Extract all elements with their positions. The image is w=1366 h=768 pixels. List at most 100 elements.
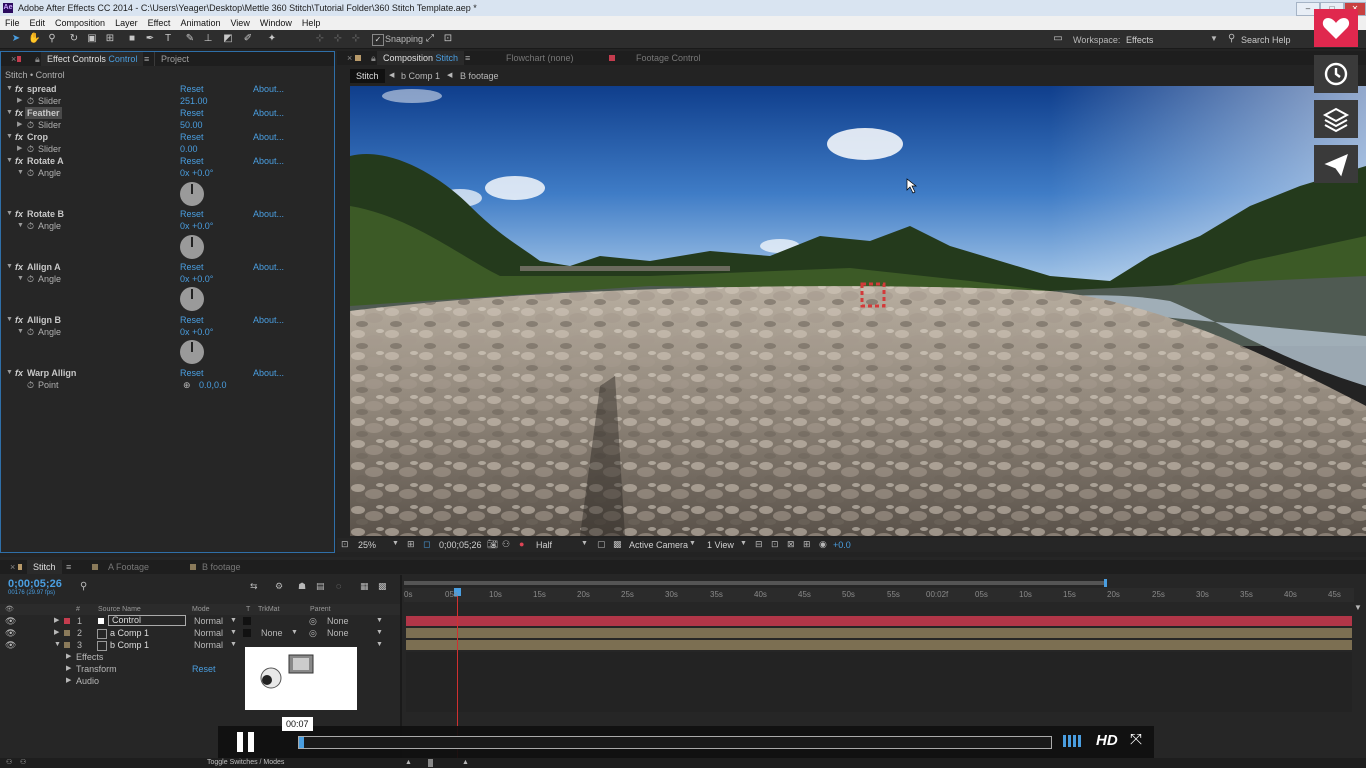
snap-feature-icon[interactable]: ⊡ (442, 33, 454, 45)
fast-previews-icon[interactable]: ⊡ (771, 539, 779, 550)
layer-mode-dropdown[interactable]: Normal (194, 615, 223, 627)
breadcrumb-b-comp[interactable]: b Comp 1 (401, 71, 440, 81)
snapshot-icon[interactable]: 📷︎ (487, 539, 498, 550)
expand-triangle-icon[interactable]: ▼ (54, 639, 61, 651)
workspace-dropdown[interactable]: Effects (1126, 35, 1153, 45)
menu-effect[interactable]: Effect (143, 16, 176, 30)
about-link[interactable]: About... (253, 131, 284, 143)
stopwatch-icon[interactable]: ⏱ (27, 143, 34, 155)
graph-editor-icon[interactable]: ▦ (360, 581, 369, 592)
work-area-bar[interactable] (404, 581, 1104, 585)
stopwatch-icon[interactable]: ⏱ (27, 167, 34, 179)
chevron-down-icon[interactable]: ▼ (230, 615, 237, 627)
menu-help[interactable]: Help (297, 16, 326, 30)
chevron-down-icon[interactable]: ▼ (392, 540, 399, 547)
chevron-down-icon[interactable]: ▼ (230, 627, 237, 639)
layer-row[interactable]: 👁︎ ▶ 2 a Comp 1 Normal ▼ None ▼ ◎ None ▼ (0, 627, 400, 639)
favorite-button[interactable] (1314, 9, 1358, 47)
zoom-dropdown[interactable]: 25% (358, 540, 376, 550)
expand-triangle-icon[interactable]: ▶ (66, 663, 71, 675)
expand-triangle-icon[interactable]: ▼ (6, 208, 13, 220)
visibility-eye-icon[interactable]: 👁︎ (5, 627, 16, 639)
timeline-icon[interactable]: ⊠ (787, 539, 795, 550)
property-value[interactable]: 0x +0.0° (180, 273, 213, 285)
stopwatch-icon[interactable]: ⏱ (27, 119, 34, 131)
preserve-transparency-checkbox[interactable] (243, 629, 251, 637)
breadcrumb-stitch[interactable]: Stitch (350, 69, 385, 83)
stopwatch-icon[interactable]: ⏱ (27, 326, 34, 338)
fx-icon[interactable]: fx (15, 367, 23, 379)
selection-tool-icon[interactable]: ➤ (10, 33, 22, 45)
stopwatch-icon[interactable]: ⏱ (27, 379, 34, 391)
expand-triangle-icon[interactable]: ▶ (54, 627, 59, 639)
fx-icon[interactable]: fx (15, 208, 23, 220)
expand-triangle-icon[interactable]: ▶ (17, 95, 22, 107)
property-value[interactable]: 0.00 (180, 143, 198, 155)
property-value[interactable]: 0x +0.0° (180, 326, 213, 338)
axis-world-icon[interactable]: ⊹ (332, 33, 344, 45)
layer-mode-dropdown[interactable]: Normal (194, 627, 223, 639)
layer-name[interactable]: a Comp 1 (110, 627, 149, 639)
tab-project[interactable]: Project (154, 52, 195, 66)
reset-link[interactable]: Reset (180, 131, 204, 143)
puppet-pin-tool-icon[interactable]: ✦ (266, 33, 278, 45)
expand-triangle-icon[interactable]: ▶ (17, 143, 22, 155)
magnification-icon[interactable]: ⊡ (341, 539, 349, 550)
zoom-slider[interactable] (428, 759, 433, 767)
snap-edge-icon[interactable]: ⤢ (424, 33, 436, 45)
render-time-icon[interactable]: ⚇ (6, 758, 12, 768)
effect-allign-a[interactable]: ▼ fx Allign A Reset About... (1, 261, 326, 273)
expand-triangle-icon[interactable]: ▼ (6, 83, 13, 95)
tab-a-footage[interactable]: A Footage (102, 560, 155, 574)
expand-triangle-icon[interactable]: ▼ (17, 273, 24, 285)
stopwatch-icon[interactable]: ⏱ (27, 273, 34, 285)
fx-icon[interactable]: fx (15, 107, 23, 119)
breadcrumb-b-footage[interactable]: B footage (460, 71, 499, 81)
effect-warp-allign[interactable]: ▼ fx Warp Allign Reset About... (1, 367, 326, 379)
panel-menu-icon[interactable]: ≡ (60, 560, 77, 574)
transparency-grid-icon[interactable]: ▩ (613, 539, 622, 550)
fx-icon[interactable]: fx (15, 314, 23, 326)
layer-mode-dropdown[interactable]: Normal (194, 639, 223, 651)
menu-view[interactable]: View (225, 16, 254, 30)
preserve-transparency-checkbox[interactable] (243, 617, 251, 625)
chevron-down-icon[interactable]: ▼ (230, 639, 237, 651)
menu-edit[interactable]: Edit (25, 16, 51, 30)
layer-bar-control[interactable] (406, 616, 1352, 626)
expand-triangle-icon[interactable]: ▶ (66, 651, 71, 663)
expand-triangle-icon[interactable]: ▼ (6, 314, 13, 326)
property-value[interactable]: 0.0,0.0 (199, 379, 227, 391)
expand-triangle-icon[interactable]: ▼ (17, 220, 24, 232)
reset-link[interactable]: Reset (180, 367, 204, 379)
effect-crop[interactable]: ▼ fx Crop Reset About... (1, 131, 326, 143)
tab-effect-controls[interactable]: Effect Controls Control (41, 52, 144, 66)
region-of-interest-icon[interactable]: ▢ (597, 539, 606, 550)
snapping-checkbox[interactable]: ✓ (372, 34, 384, 46)
reset-link[interactable]: Reset (180, 261, 204, 273)
layer-name[interactable]: b Comp 1 (110, 639, 149, 651)
toggle-pixel-aspect-icon[interactable]: ⊟ (755, 539, 763, 550)
zoom-in-icon[interactable]: ▲ (462, 758, 469, 768)
crosshair-icon[interactable]: ⊕ (183, 379, 191, 391)
pen-tool-icon[interactable]: ✒ (144, 33, 156, 45)
fx-icon[interactable]: fx (15, 155, 23, 167)
current-time[interactable]: 0;00;05;26 (439, 540, 482, 550)
fx-icon[interactable]: fx (15, 131, 23, 143)
panel-menu-icon[interactable]: ≡ (459, 51, 476, 65)
shape-tool-icon[interactable]: ■ (126, 33, 138, 45)
parent-dropdown[interactable]: None (327, 627, 349, 639)
chevron-down-icon[interactable]: ▼ (740, 540, 747, 547)
property-value[interactable]: 0x +0.0° (180, 220, 213, 232)
reset-link[interactable]: Reset (180, 155, 204, 167)
motion-blur-icon[interactable]: ◌ (336, 581, 341, 591)
visibility-eye-icon[interactable]: 👁︎ (5, 639, 16, 651)
resolution-dropdown[interactable]: Half (536, 540, 552, 550)
parent-dropdown[interactable]: None (327, 615, 349, 627)
expand-triangle-icon[interactable]: ▼ (6, 107, 13, 119)
layer-bar-a-comp[interactable] (406, 628, 1352, 638)
label-color-icon[interactable] (64, 618, 70, 624)
label-color-icon[interactable] (64, 642, 70, 648)
time-ruler[interactable] (404, 588, 1354, 602)
about-link[interactable]: About... (253, 107, 284, 119)
frame-blending-icon[interactable]: ▤ (316, 581, 325, 592)
